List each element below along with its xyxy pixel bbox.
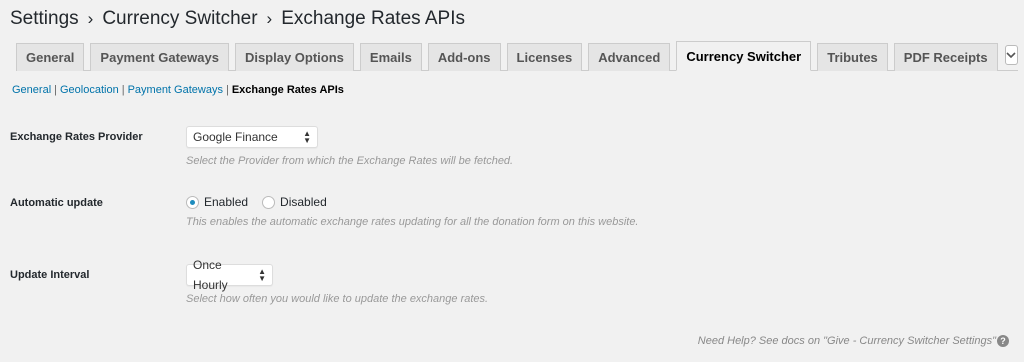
interval-description: Select how often you would like to updat… [186,293,489,305]
select-arrows-icon: ▲ ▼ [303,129,311,145]
section-subnav: General | Geolocation | Payment Gateways | Exc… [12,84,344,96]
tab-tributes[interactable]: Tributes [817,43,888,71]
chevron-right-icon: › [87,9,94,28]
help-docs-link[interactable]: Need Help? See docs on "Give - Currency … [698,335,996,347]
breadcrumb-currency-switcher: Currency Switcher [102,8,258,29]
help-question-icon: ? [997,335,1009,347]
subnav-payment-gateways[interactable]: Payment Gateways [128,84,223,96]
provider-select[interactable]: Google Finance ▲ ▼ [186,126,318,148]
provider-select-value: Google Finance [193,130,278,144]
more-tabs-button[interactable] [1004,45,1018,65]
interval-select[interactable]: Once Hourly ▲ ▼ [186,258,273,292]
auto-update-description: This enables the automatic exchange rate… [186,216,639,228]
provider-description: Select the Provider from which the Excha… [186,155,514,167]
breadcrumb-exchange-rates: Exchange Rates APIs [281,8,465,29]
radio-enabled[interactable] [186,195,199,209]
tab-licenses[interactable]: Licenses [506,43,583,71]
chevron-right-icon: › [266,9,273,28]
tab-general[interactable]: General [16,43,85,71]
radio-enabled-label[interactable]: Enabled [204,195,248,209]
settings-tabs: General Payment Gateways Display Options… [16,40,1018,71]
select-arrows-icon: ▲ ▼ [258,267,266,283]
tab-add-ons[interactable]: Add-ons [427,43,501,71]
tab-emails[interactable]: Emails [359,43,422,71]
radio-disabled-label[interactable]: Disabled [280,195,327,209]
breadcrumb: Settings › Currency Switcher › Exchange … [10,8,465,30]
auto-update-label: Automatic update [10,197,103,209]
subnav-exchange-rates-current: Exchange Rates APIs [231,84,344,96]
tab-display-options[interactable]: Display Options [234,43,354,71]
provider-label: Exchange Rates Provider [10,131,143,143]
auto-update-radios: Enabled Disabled [186,195,341,209]
tab-payment-gateways[interactable]: Payment Gateways [90,43,229,71]
tab-advanced[interactable]: Advanced [588,43,671,71]
chevron-down-icon [1006,52,1016,58]
breadcrumb-settings: Settings [10,8,79,29]
interval-select-value: Once Hourly [193,258,228,292]
interval-label: Update Interval [10,269,90,281]
radio-disabled[interactable] [262,195,276,209]
tab-pdf-receipts[interactable]: PDF Receipts [893,43,998,71]
subnav-general[interactable]: General [12,84,51,96]
tab-currency-switcher[interactable]: Currency Switcher [676,41,812,71]
subnav-geolocation[interactable]: Geolocation [60,84,119,96]
